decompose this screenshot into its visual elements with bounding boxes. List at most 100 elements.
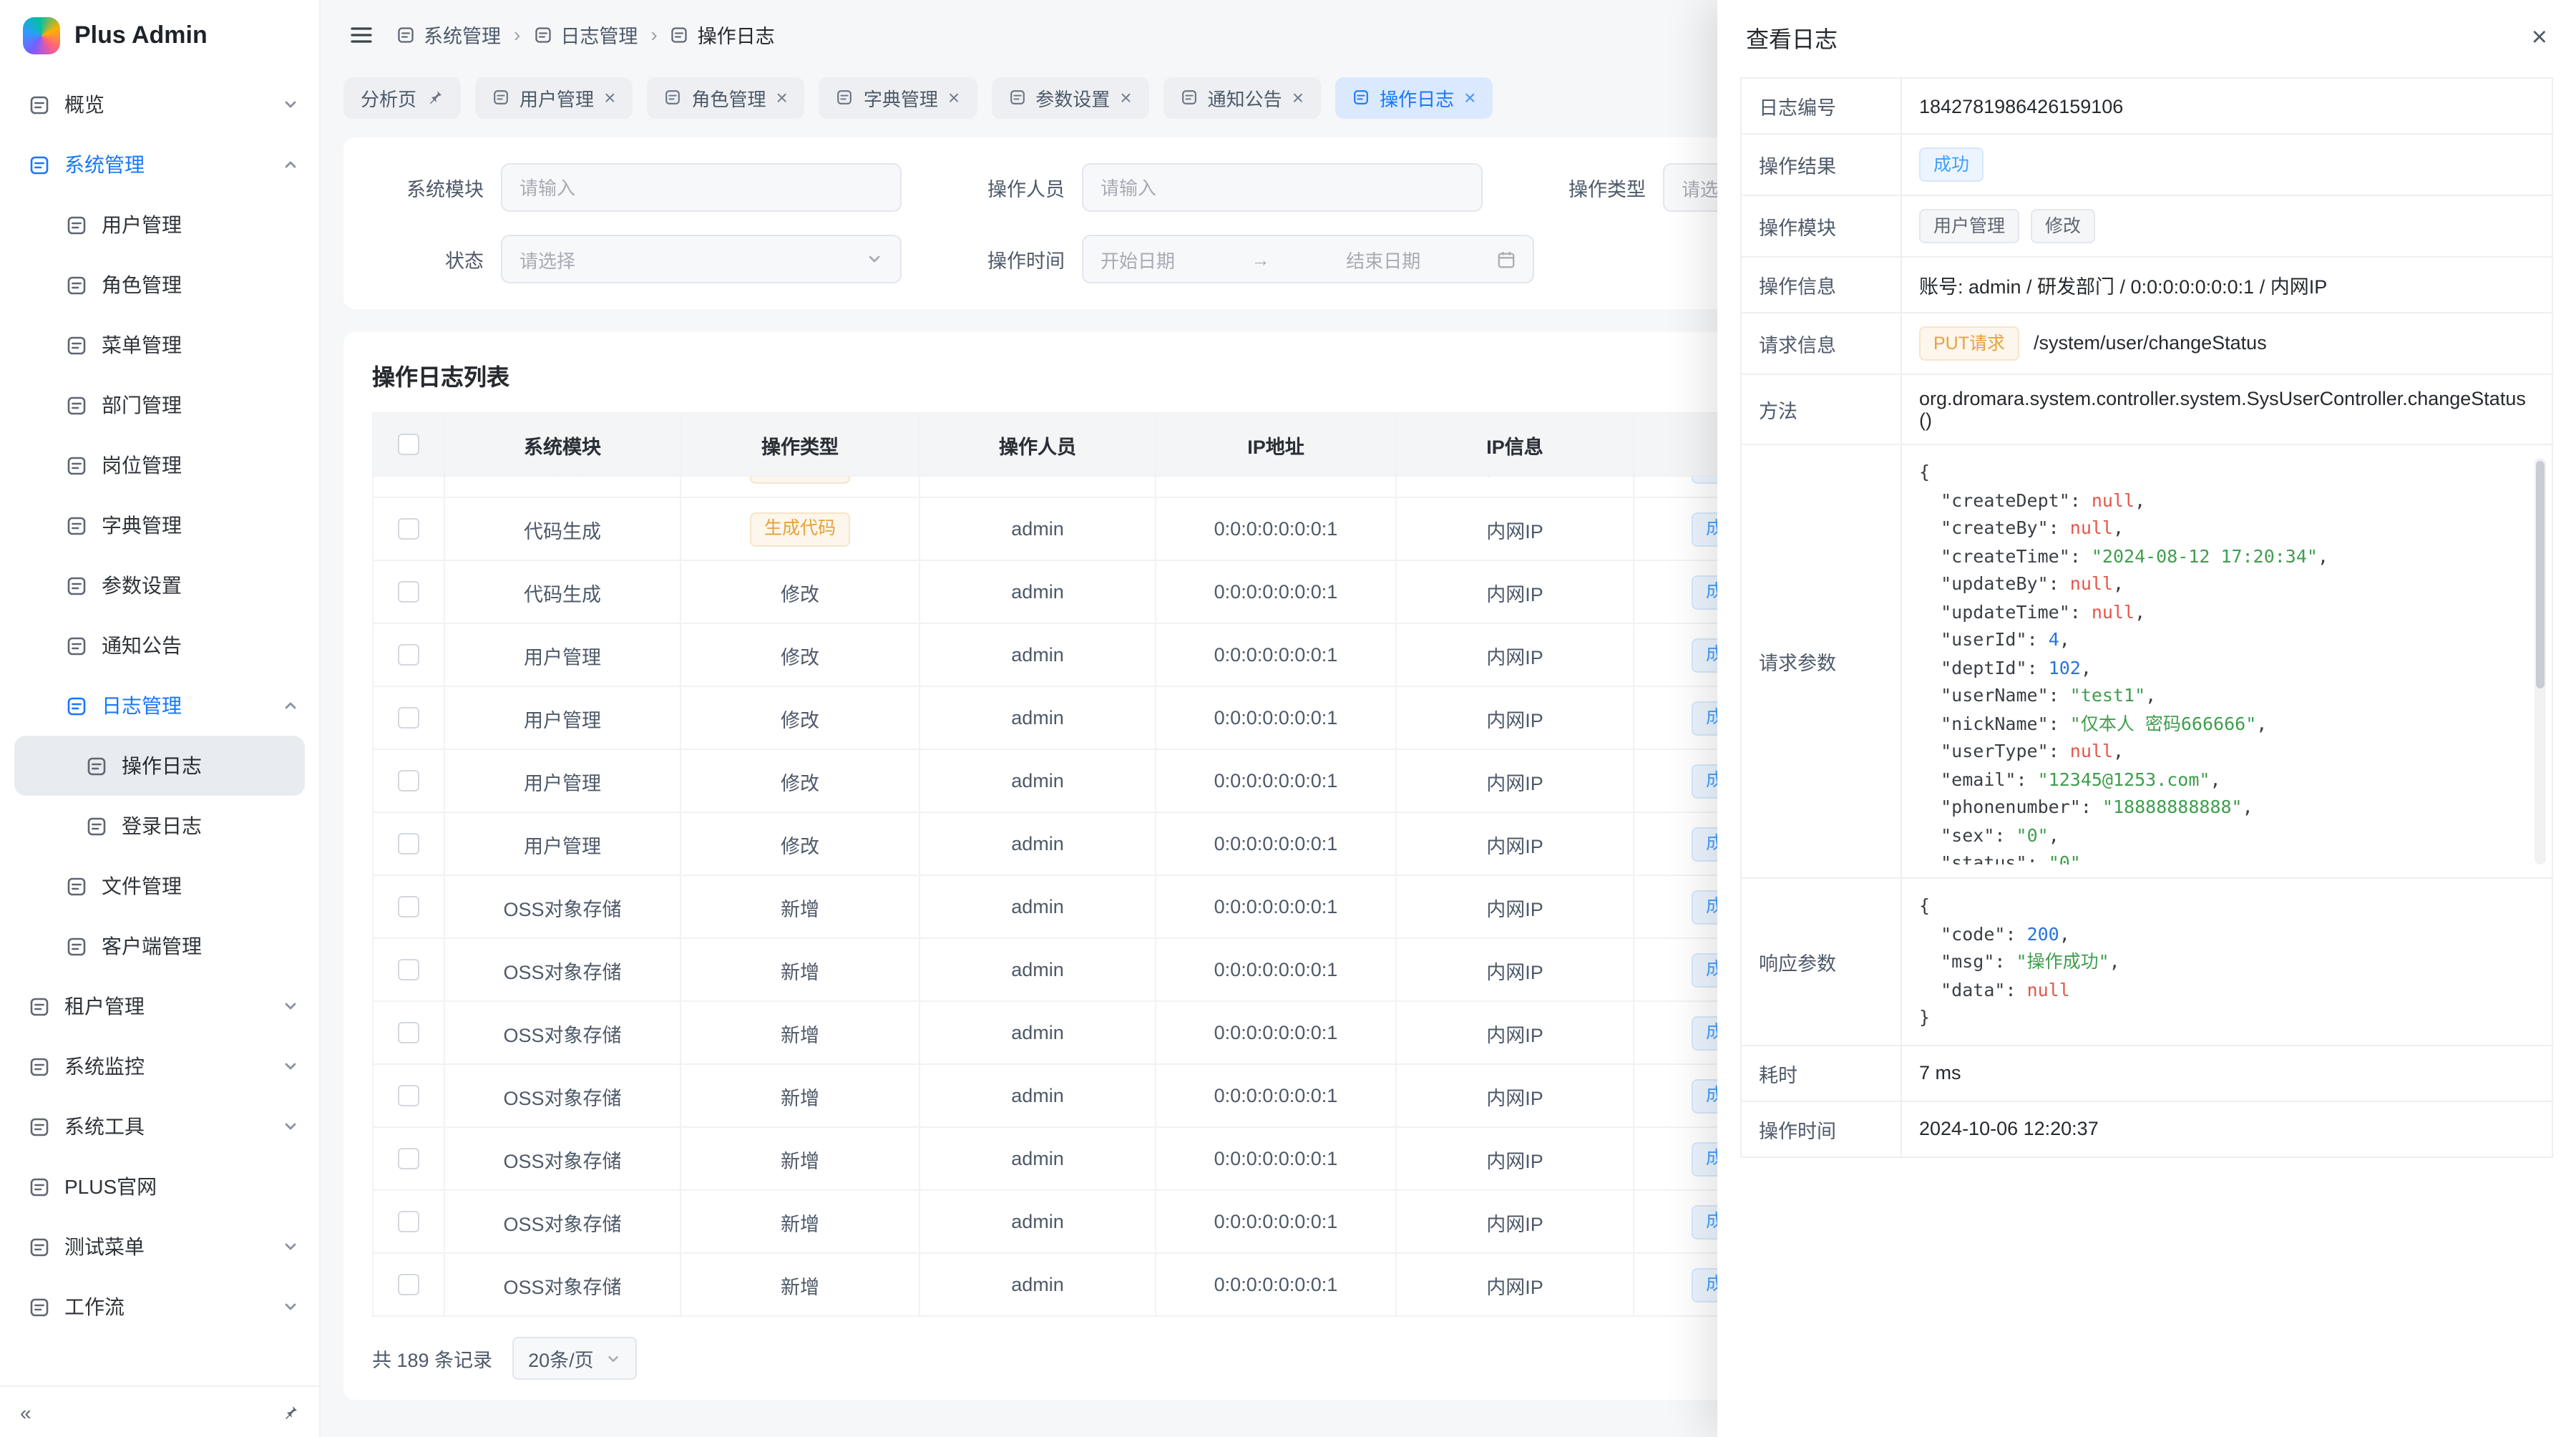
detail-value-info: 账号: admin / 研发部门 / 0:0:0:0:0:0:0:1 / 内网I… [1901, 257, 2552, 313]
row-checkbox[interactable] [398, 518, 419, 540]
tab-notice[interactable]: 通知公告× [1163, 77, 1321, 118]
tab-dict[interactable]: 字典管理× [819, 77, 977, 118]
workflow-icon [29, 1296, 50, 1317]
tab-config[interactable]: 参数设置× [991, 77, 1148, 118]
cell-operator: admin [919, 1190, 1156, 1253]
close-icon[interactable]: × [1292, 87, 1304, 107]
sidebar-item-label: 操作日志 [122, 751, 285, 780]
row-checkbox[interactable] [398, 770, 419, 791]
sidebar-item-label: 系统工具 [64, 1112, 268, 1141]
sidebar-item-client[interactable]: 客户端管理 [0, 916, 319, 976]
collapse-sidebar-icon[interactable]: « [20, 1401, 31, 1423]
pin-icon[interactable] [426, 89, 444, 106]
sidebar-item-operlog[interactable]: 操作日志 [14, 736, 305, 796]
sidebar-item-dept[interactable]: 部门管理 [0, 375, 319, 435]
sidebar-item-menu[interactable]: 菜单管理 [0, 315, 319, 375]
operator-input[interactable] [1082, 163, 1483, 212]
sidebar-item-system[interactable]: 系统管理 [0, 135, 319, 195]
breadcrumb-item-operlog[interactable]: 操作日志 [670, 20, 775, 49]
sidebar-item-log[interactable]: 日志管理 [0, 676, 319, 736]
breadcrumb-item-system[interactable]: 系统管理 [396, 20, 501, 49]
sidebar-item-file[interactable]: 文件管理 [0, 856, 319, 916]
chevron-down-icon [282, 998, 299, 1015]
close-icon[interactable]: × [948, 87, 960, 107]
time-range-picker[interactable]: 开始日期 → 结束日期 [1082, 235, 1534, 283]
close-icon[interactable]: × [2532, 24, 2547, 51]
close-icon[interactable]: × [1120, 87, 1131, 107]
detail-label: 操作时间 [1741, 1101, 1901, 1156]
pin-sidebar-icon[interactable] [282, 1403, 299, 1421]
row-checkbox[interactable] [398, 1211, 419, 1232]
sidebar-item-tenant[interactable]: 租户管理 [0, 976, 319, 1036]
scrollbar-thumb[interactable] [2536, 461, 2545, 688]
cell-ipinfo: 内网IP [1396, 875, 1634, 938]
sidebar-menu: 概览系统管理用户管理角色管理菜单管理部门管理岗位管理字典管理参数设置通知公告日志… [0, 72, 319, 1385]
tab-operlog[interactable]: 操作日志× [1335, 77, 1493, 118]
sidebar-item-notice[interactable]: 通知公告 [0, 615, 319, 676]
tab-analysis[interactable]: 分析页 [343, 77, 461, 118]
sidebar-item-tool[interactable]: 系统工具 [0, 1096, 319, 1156]
row-checkbox[interactable] [398, 833, 419, 854]
row-checkbox[interactable] [398, 896, 419, 917]
close-icon[interactable]: × [604, 87, 615, 107]
tab-role[interactable]: 角色管理× [647, 77, 804, 118]
breadcrumb-label: 操作日志 [698, 20, 775, 49]
row-checkbox[interactable] [398, 1022, 419, 1043]
sidebar-item-dict[interactable]: 字典管理 [0, 495, 319, 555]
cell-ipinfo: 内网IP [1396, 1253, 1634, 1316]
chevron-down-icon [282, 1298, 299, 1315]
hamburger-menu-icon[interactable] [349, 22, 374, 47]
sidebar-item-label: 用户管理 [102, 210, 299, 239]
system-icon [396, 25, 415, 44]
sidebar-item-user[interactable]: 用户管理 [0, 195, 319, 255]
sidebar-item-workflow[interactable]: 工作流 [0, 1277, 319, 1337]
scrollbar[interactable] [2534, 458, 2546, 864]
select-all-checkbox[interactable] [398, 434, 419, 455]
sidebar-item-monitor[interactable]: 系统监控 [0, 1036, 319, 1096]
cell-ipinfo: 内网IP [1396, 623, 1634, 686]
sidebar-item-label: 字典管理 [102, 511, 299, 540]
row-checkbox[interactable] [398, 707, 419, 729]
breadcrumb-item-log[interactable]: 日志管理 [533, 20, 638, 49]
tab-user[interactable]: 用户管理× [475, 77, 633, 118]
row-checkbox[interactable] [398, 1148, 419, 1169]
app-logo[interactable]: Plus Admin [0, 0, 319, 72]
status-select[interactable]: 请选择 [501, 235, 902, 283]
sidebar-item-overview[interactable]: 概览 [0, 74, 319, 135]
row-checkbox[interactable] [398, 959, 419, 980]
cell-ip: 0:0:0:0:0:0:0:1 [1156, 749, 1396, 812]
row-checkbox[interactable] [398, 581, 419, 603]
field-label: 系统模块 [372, 173, 484, 202]
view-log-drawer: 查看日志 × 日志编号1842781986426159106操作结果成功操作模块… [1717, 0, 2576, 1437]
sidebar-item-post[interactable]: 岗位管理 [0, 435, 319, 495]
chevron-down-icon [282, 1118, 299, 1135]
sidebar-item-test[interactable]: 测试菜单 [0, 1217, 319, 1277]
module-tag: 用户管理 [1919, 209, 2019, 243]
sidebar-item-label: 登录日志 [122, 812, 299, 840]
tenant-icon [29, 995, 50, 1017]
sidebar-item-config[interactable]: 参数设置 [0, 555, 319, 615]
dict-icon [836, 89, 854, 106]
sidebar-item-loginlog[interactable]: 登录日志 [0, 796, 319, 856]
sidebar-item-role[interactable]: 角色管理 [0, 255, 319, 315]
cell-ip: 0:0:0:0:0:0:0:1 [1156, 1127, 1396, 1190]
cell-ip: 0:0:0:0:0:0:0:1 [1156, 1064, 1396, 1127]
row-checkbox[interactable] [398, 1274, 419, 1295]
type-text: 修改 [781, 835, 819, 857]
detail-value-request: PUT请求/system/user/changeStatus [1901, 313, 2552, 374]
row-checkbox[interactable] [398, 1085, 419, 1106]
sidebar-item-label: 日志管理 [102, 691, 268, 720]
row-checkbox[interactable] [398, 644, 419, 666]
sidebar-item-label: 角色管理 [102, 271, 299, 299]
detail-label: 请求参数 [1741, 444, 1901, 878]
close-icon[interactable]: × [776, 87, 787, 107]
module-input-field[interactable] [519, 177, 883, 198]
sidebar-item-plus-site[interactable]: PLUS官网 [0, 1156, 319, 1217]
close-icon[interactable]: × [1464, 87, 1475, 107]
column-header: 系统模块 [444, 413, 680, 476]
page-size-select[interactable]: 20条/页 [512, 1337, 637, 1380]
cell-ipinfo: 内网IP [1396, 938, 1634, 1001]
operator-input-field[interactable] [1101, 177, 1464, 198]
cell-module: OSS对象存储 [444, 1190, 680, 1253]
module-input[interactable] [501, 163, 902, 212]
